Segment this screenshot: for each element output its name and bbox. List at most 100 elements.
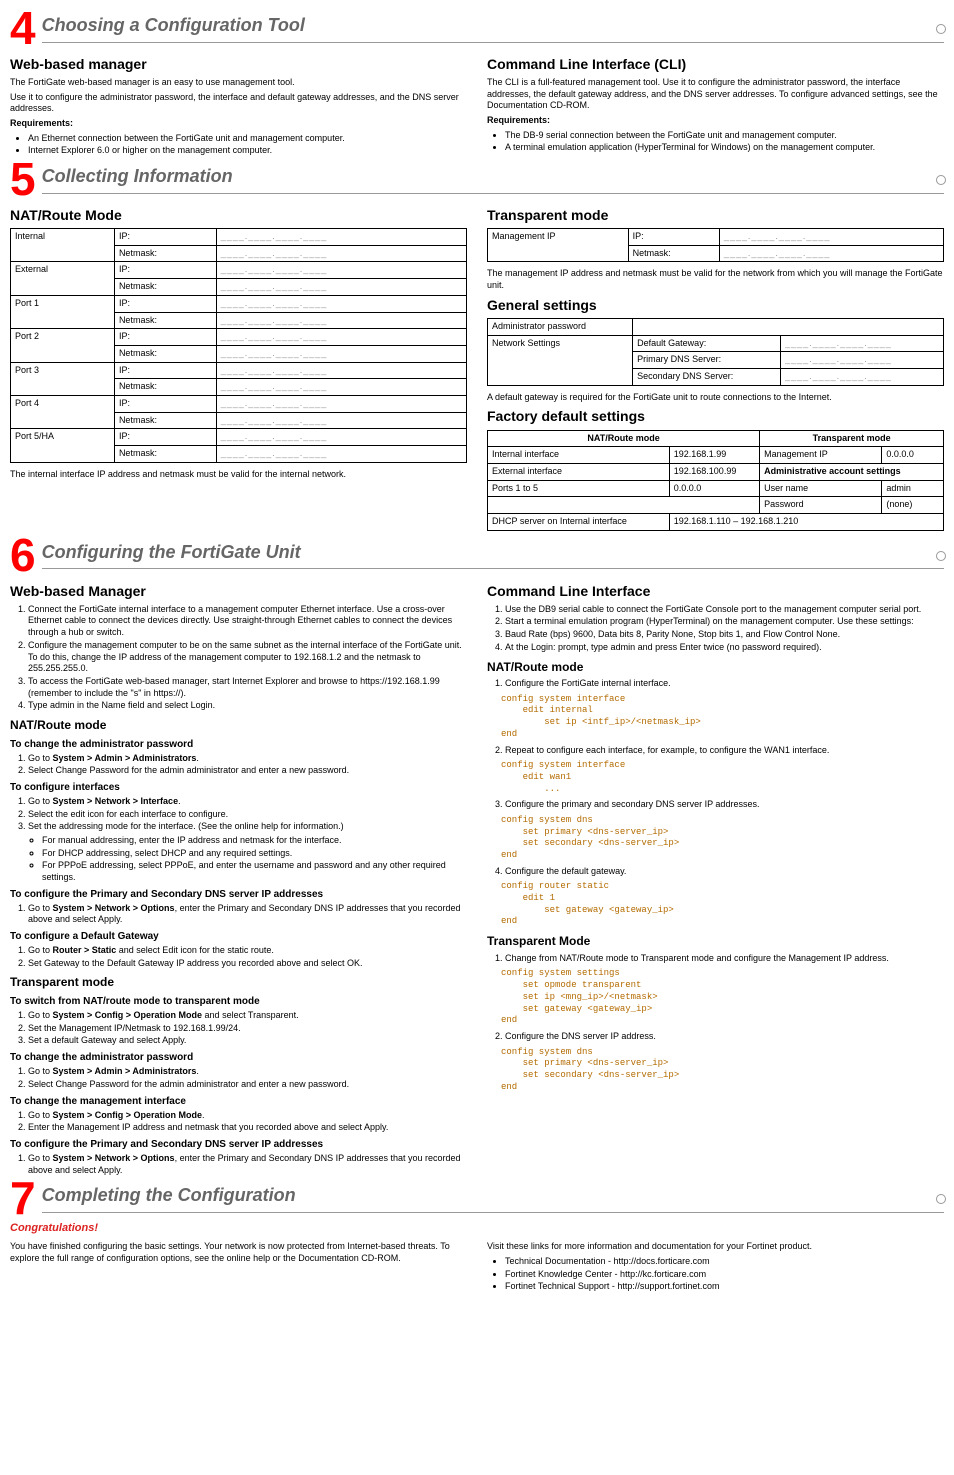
s6l-gw-1: Go to Router > Static and select Edit ic… [28, 945, 467, 957]
row-external-ip: IP: [114, 262, 216, 279]
s6r-code2: config system interface edit wan1 ... [501, 760, 944, 795]
fac-r3b: 0.0.0.0 [669, 480, 759, 497]
fac-r3a: Ports 1 to 5 [488, 480, 670, 497]
s6r-tr-h: Transparent Mode [487, 934, 944, 950]
blank-field[interactable]: ____.____.____.____ [216, 229, 466, 246]
s6l-ci-2: Select the edit icon for each interface … [28, 809, 467, 821]
s6r-nat-h: NAT/Route mode [487, 660, 944, 676]
blank-field[interactable]: ____.____.____.____ [216, 279, 466, 296]
s6l-ci-3-0: For manual addressing, enter the IP addr… [42, 835, 467, 847]
s6r-step3: Configure the primary and secondary DNS … [505, 799, 944, 811]
s4-right-p1: The CLI is a full-featured management to… [487, 77, 944, 112]
s5-fac-h: Factory default settings [487, 407, 944, 425]
s6l-dns2-h: To configure the Primary and Secondary D… [10, 1138, 467, 1151]
s6l-nat-h: NAT/Route mode [10, 718, 467, 734]
s6r-step4: Configure the default gateway. [505, 866, 944, 878]
s6r-step2: Repeat to configure each interface, for … [505, 745, 944, 757]
s5-tr-note: The management IP address and netmask mu… [487, 268, 944, 291]
blank-field[interactable]: ____.____.____.____ [216, 379, 466, 396]
blank-field[interactable]: ____.____.____.____ [216, 446, 466, 463]
blank-field[interactable]: ____.____.____.____ [781, 352, 944, 369]
s6l-dns-1: Go to System > Network > Options, enter … [28, 903, 467, 926]
s6r-step1: Configure the FortiGate internal interfa… [505, 678, 944, 690]
s4-right-req-h: Requirements: [487, 115, 944, 127]
blank-field[interactable]: ____.____.____.____ [216, 362, 466, 379]
blank-field[interactable]: ____.____.____.____ [216, 245, 466, 262]
section-6-header: 6 Configuring the FortiGate Unit [10, 537, 944, 574]
fac-r5b: 192.168.1.110 – 192.168.1.210 [669, 514, 943, 531]
s6l-chpw-h: To change the administrator password [10, 738, 467, 751]
row-port3-ip: IP: [114, 362, 216, 379]
mg-nm: Netmask: [628, 245, 719, 262]
s6l-chpw-1: Go to System > Admin > Administrators. [28, 753, 467, 765]
admin-pw-label: Administrator password [488, 319, 633, 336]
s6-left-h: Web-based Manager [10, 582, 467, 600]
blank-field[interactable]: ____.____.____.____ [719, 245, 943, 262]
section-6-title: Configuring the FortiGate Unit [42, 541, 944, 569]
s6l-tr-h: Transparent mode [10, 975, 467, 991]
row-port1: Port 1 [11, 295, 115, 328]
section-5-title: Collecting Information [42, 165, 944, 193]
s6l-sw-h: To switch from NAT/route mode to transpa… [10, 995, 467, 1008]
s6l-sw-3: Set a default Gateway and select Apply. [28, 1035, 467, 1047]
s6l-mi-1: Go to System > Config > Operation Mode. [28, 1110, 467, 1122]
s6l-intro-1: Configure the management computer to be … [28, 640, 467, 675]
s6l-ci-h: To configure interfaces [10, 781, 467, 794]
s7-link-1: Fortinet Knowledge Center - http://kc.fo… [505, 1269, 944, 1281]
row-port4-ip: IP: [114, 395, 216, 412]
blank-field[interactable]: ____.____.____.____ [781, 335, 944, 352]
s7-link-2: Fortinet Technical Support - http://supp… [505, 1281, 944, 1293]
blank-field[interactable] [633, 319, 944, 336]
fac-r4-empty [488, 497, 760, 514]
s6l-ci-1: Go to System > Network > Interface. [28, 796, 467, 808]
section-4-number: 4 [10, 10, 36, 47]
s4-right-req-1: A terminal emulation application (HyperT… [505, 142, 944, 154]
blank-field[interactable]: ____.____.____.____ [216, 429, 466, 446]
row-port3: Port 3 [11, 362, 115, 395]
section-5-header: 5 Collecting Information [10, 161, 944, 198]
blank-field[interactable]: ____.____.____.____ [216, 312, 466, 329]
section-7-header: 7 Completing the Configuration [10, 1180, 944, 1217]
row-port5ha-nm: Netmask: [114, 446, 216, 463]
s4-left-h: Web-based manager [10, 55, 467, 73]
fac-r3d: admin [882, 480, 944, 497]
blank-field[interactable]: ____.____.____.____ [781, 369, 944, 386]
section-6-number: 6 [10, 537, 36, 574]
row-port2: Port 2 [11, 329, 115, 362]
s7-left: You have finished configuring the basic … [10, 1241, 467, 1264]
s5-gen-h: General settings [487, 296, 944, 314]
net-set-label: Network Settings [488, 335, 633, 385]
s6l-mi-h: To change the management interface [10, 1095, 467, 1108]
fac-nat-h: NAT/Route mode [488, 430, 760, 447]
blank-field[interactable]: ____.____.____.____ [216, 395, 466, 412]
blank-field[interactable]: ____.____.____.____ [216, 345, 466, 362]
row-port4: Port 4 [11, 395, 115, 428]
s6r-code4: config router static edit 1 set gateway … [501, 881, 944, 928]
blank-field[interactable]: ____.____.____.____ [216, 329, 466, 346]
section-5-number: 5 [10, 161, 36, 198]
s6l-mi-2: Enter the Management IP address and netm… [28, 1122, 467, 1134]
row-port1-nm: Netmask: [114, 312, 216, 329]
section-7-number: 7 [10, 1180, 36, 1217]
s6l-ci-3-1: For DHCP addressing, select DHCP and any… [42, 848, 467, 860]
def-gw-label: Default Gateway: [633, 335, 781, 352]
nat-route-table: InternalIP:____.____.____.____ Netmask:_… [10, 228, 467, 463]
row-port3-nm: Netmask: [114, 379, 216, 396]
s6r-tstep2: Configure the DNS server IP address. [505, 1031, 944, 1043]
row-port4-nm: Netmask: [114, 412, 216, 429]
s6l-gw-2: Set Gateway to the Default Gateway IP ad… [28, 958, 467, 970]
s6l-ci-3-2: For PPPoE addressing, select PPPoE, and … [42, 860, 467, 883]
blank-field[interactable]: ____.____.____.____ [216, 262, 466, 279]
s6l-dns2-1: Go to System > Network > Options, enter … [28, 1153, 467, 1176]
blank-field[interactable]: ____.____.____.____ [216, 412, 466, 429]
blank-field[interactable]: ____.____.____.____ [216, 295, 466, 312]
s5-left-h: NAT/Route Mode [10, 206, 467, 224]
row-external: External [11, 262, 115, 295]
blank-field[interactable]: ____.____.____.____ [719, 229, 943, 246]
general-settings-table: Administrator password Network SettingsD… [487, 318, 944, 386]
fac-r2c: Administrative account settings [760, 464, 944, 481]
row-port2-nm: Netmask: [114, 345, 216, 362]
fac-tr-h: Transparent mode [760, 430, 944, 447]
row-port5ha-ip: IP: [114, 429, 216, 446]
row-external-nm: Netmask: [114, 279, 216, 296]
